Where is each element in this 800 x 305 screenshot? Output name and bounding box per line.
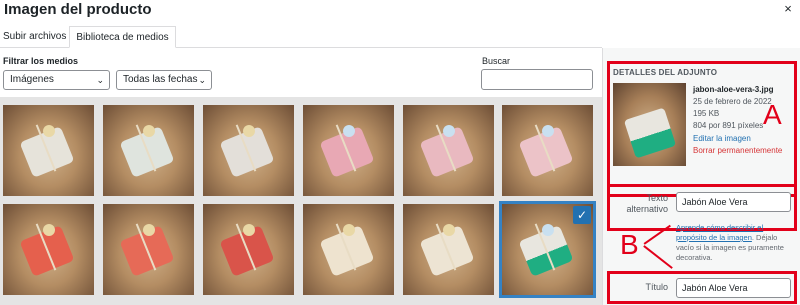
alt-text-help: Aprende cómo describir el propósito de l… (676, 223, 794, 263)
media-type-value: Imágenes (10, 74, 54, 85)
alt-text-label: Texto alternativo (626, 193, 668, 214)
media-thumbnail[interactable] (403, 105, 494, 196)
media-thumbnail[interactable] (502, 105, 593, 196)
chevron-down-icon: ⌄ (96, 75, 104, 85)
media-thumbnail[interactable] (3, 105, 94, 196)
tab-media-library[interactable]: Biblioteca de medios (69, 26, 176, 48)
media-grid: ✓ (0, 97, 602, 305)
tab-bar: Subir archivos Biblioteca de medios (0, 26, 602, 48)
search-input[interactable] (481, 69, 593, 90)
media-thumbnail[interactable] (103, 204, 194, 295)
title-input[interactable] (676, 278, 791, 298)
modal-title: Imagen del producto (4, 1, 152, 18)
tab-upload-files[interactable]: Subir archivos (3, 26, 66, 48)
alt-text-input[interactable] (676, 192, 791, 212)
title-label: Título (645, 282, 668, 292)
delete-permanently-link[interactable]: Borrar permanentemente (693, 145, 782, 156)
media-thumbnail[interactable] (3, 204, 94, 295)
attachment-filename: jabon-aloe-vera-3.jpg (693, 85, 774, 94)
media-type-select[interactable]: Imágenes ⌄ (3, 70, 110, 90)
media-thumbnail-selected[interactable]: ✓ (499, 201, 596, 298)
annotation-letter-b: B (620, 229, 639, 260)
edit-image-link[interactable]: Editar la imagen (693, 133, 751, 144)
close-icon[interactable]: × (780, 1, 796, 17)
media-thumbnail[interactable] (303, 204, 394, 295)
chevron-down-icon: ⌄ (198, 75, 206, 85)
attachment-details-heading: DETALLES DEL ADJUNTO (613, 68, 718, 77)
media-thumbnail[interactable] (203, 105, 294, 196)
date-filter-select[interactable]: Todas las fechas ⌄ (116, 70, 212, 90)
attachment-preview (613, 83, 686, 166)
annotation-letter-a: A (763, 99, 782, 130)
search-label: Buscar (482, 56, 511, 66)
attachment-date: 25 de febrero de 2022 (693, 97, 772, 106)
alt-text-help-link[interactable]: Aprende cómo describir el propósito de l… (676, 223, 763, 242)
date-filter-value: Todas las fechas (123, 74, 198, 85)
checkmark-icon[interactable]: ✓ (573, 206, 591, 224)
media-thumbnail[interactable] (403, 204, 494, 295)
attachment-filesize: 195 KB (693, 109, 720, 118)
media-thumbnail[interactable] (203, 204, 294, 295)
filter-label: Filtrar los medios (3, 56, 79, 66)
attachment-dimensions: 804 por 891 píxeles (693, 121, 764, 130)
media-thumbnail[interactable] (303, 105, 394, 196)
media-thumbnail[interactable] (103, 105, 194, 196)
